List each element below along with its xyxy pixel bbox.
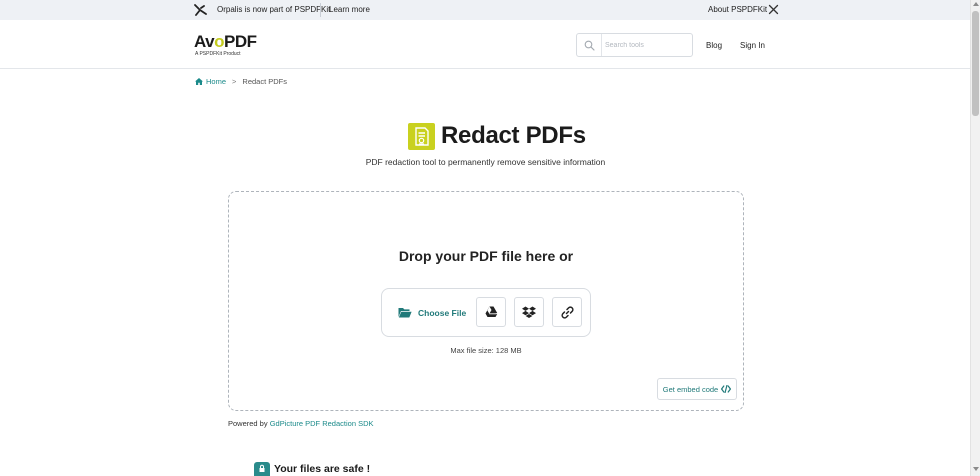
powered-by-text: Powered by GdPicture PDF Redaction SDK: [228, 419, 374, 428]
page-subtitle: PDF redaction tool to permanently remove…: [365, 157, 606, 167]
gdpicture-sdk-link[interactable]: GdPicture PDF Redaction SDK: [270, 419, 374, 428]
home-icon: [195, 78, 203, 85]
breadcrumb-home-label: Home: [206, 77, 227, 86]
search-divider: [601, 34, 602, 56]
code-icon: [721, 385, 732, 393]
scroll-up-arrow-icon[interactable]: [973, 2, 979, 6]
choose-file-label: Choose File: [418, 307, 467, 318]
brand-o: o: [214, 32, 224, 51]
url-link-button[interactable]: [552, 297, 582, 327]
shield-lock-icon: [254, 462, 270, 476]
powered-by-prefix: Powered by: [228, 419, 268, 428]
page-scrollbar[interactable]: [970, 0, 980, 476]
announcement-divider: [320, 3, 321, 17]
google-drive-icon: [485, 306, 498, 317]
site-header: AvoPDF A PSPDFKit Product Blog Sign In: [0, 20, 970, 69]
breadcrumb-current: Redact PDFs: [242, 77, 288, 86]
folder-open-icon: [398, 308, 412, 318]
embed-label: Get embed code: [662, 384, 719, 394]
breadcrumb: Home > Redact PDFs: [195, 77, 287, 86]
file-drop-zone[interactable]: Drop your PDF file here or Choose File M…: [228, 191, 744, 411]
drop-zone-title: Drop your PDF file here or: [398, 248, 574, 264]
upload-source-group: Choose File: [381, 288, 591, 337]
max-file-size-text: Max file size: 128 MB: [450, 346, 522, 355]
choose-file-button[interactable]: Choose File: [390, 297, 470, 328]
dropbox-button[interactable]: [514, 297, 544, 327]
brand-suffix: PDF: [224, 32, 257, 51]
brand-prefix: Av: [194, 32, 215, 51]
avopdf-logo[interactable]: AvoPDF A PSPDFKit Product: [194, 33, 257, 57]
search-box[interactable]: [576, 33, 693, 57]
google-drive-button[interactable]: [476, 297, 506, 327]
dropbox-icon: [522, 306, 536, 318]
nav-blog-link[interactable]: Blog: [706, 41, 722, 50]
brand-subtitle: A PSPDFKit Product: [195, 51, 241, 57]
announcement-bar: Orpalis is now part of PSPDFKit Learn mo…: [0, 0, 970, 20]
link-icon: [561, 306, 573, 318]
tool-heading: Redact PDFs: [408, 122, 586, 150]
learn-more-link[interactable]: Learn more: [329, 5, 370, 14]
search-input[interactable]: [605, 37, 689, 53]
scroll-down-arrow-icon[interactable]: [973, 467, 979, 471]
document-redact-icon: [408, 122, 435, 150]
close-icon[interactable]: [768, 4, 779, 15]
breadcrumb-home-link[interactable]: Home: [195, 77, 226, 86]
announcement-text: Orpalis is now part of PSPDFKit: [217, 5, 331, 14]
about-pspdfkit-link[interactable]: About PSPDFKit: [708, 5, 767, 14]
breadcrumb-separator: >: [232, 77, 237, 86]
files-safe-section: Your files are safe !: [254, 462, 370, 476]
nav-sign-in-link[interactable]: Sign In: [740, 41, 765, 50]
scrollbar-thumb[interactable]: [972, 11, 979, 116]
get-embed-code-button[interactable]: Get embed code: [657, 378, 737, 400]
search-icon: [584, 40, 595, 51]
files-safe-title: Your files are safe !: [274, 463, 371, 475]
page-title: Redact PDFs: [441, 122, 586, 149]
pspdfkit-logo-icon: [194, 4, 207, 16]
